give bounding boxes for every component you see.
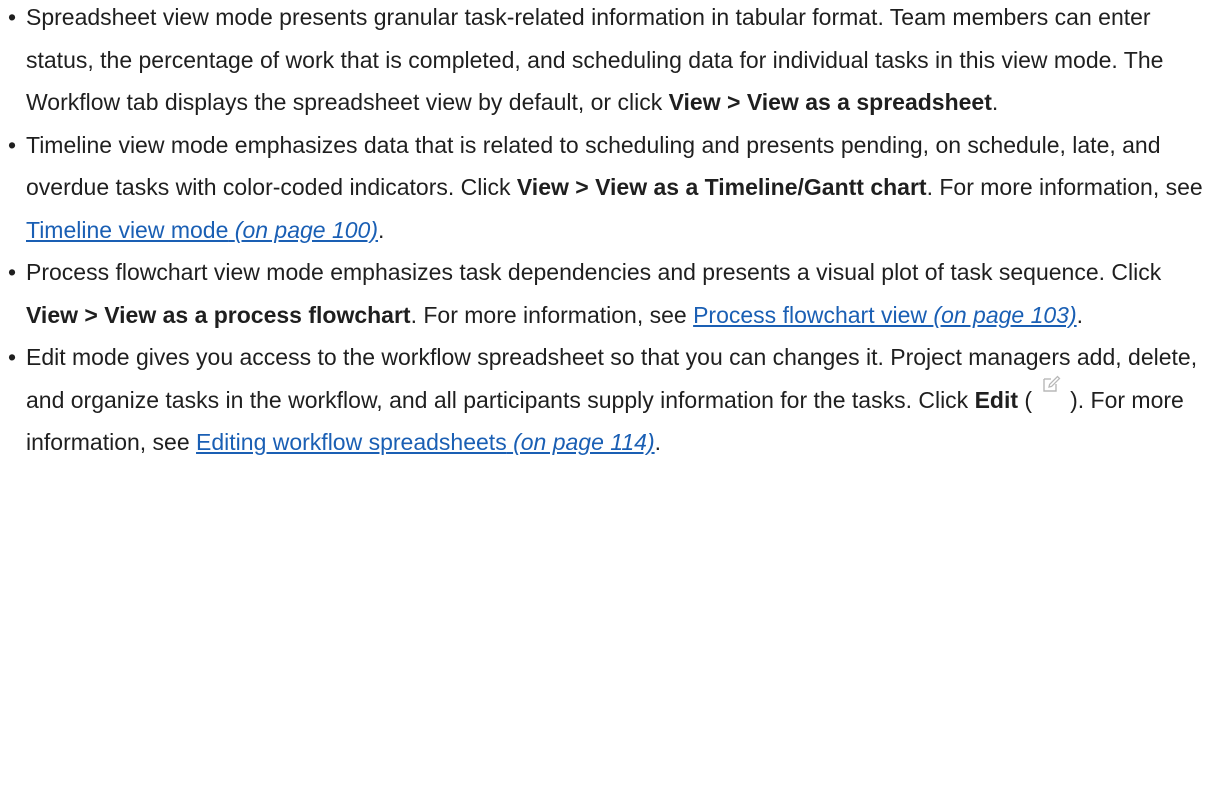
list-item-flowchart: • Process flowchart view mode emphasizes… — [8, 251, 1215, 336]
menu-path: View > View as a Timeline/Gantt chart — [516, 174, 927, 200]
bullet: • — [8, 259, 17, 285]
item-tail: . — [991, 89, 999, 115]
editing-workflow-spreadsheets-link[interactable]: Editing workflow spreadsheets (on page 1… — [196, 429, 655, 455]
link-text: Editing workflow spreadsheets — [196, 429, 507, 455]
edit-icon — [1036, 368, 1066, 398]
bullet: • — [8, 4, 17, 30]
edit-label: Edit — [974, 386, 1019, 413]
list-item-timeline: • Timeline view mode emphasizes data tha… — [8, 124, 1215, 252]
item-text: Process flowchart view mode emphasizes t… — [26, 259, 1162, 285]
link-page: (on page 103) — [933, 301, 1077, 328]
link-page: (on page 100) — [234, 216, 379, 243]
document-body: • Spreadsheet view mode presents granula… — [0, 0, 1215, 464]
item-tail: . — [1076, 301, 1084, 328]
list-item-spreadsheet: • Spreadsheet view mode presents granula… — [8, 0, 1215, 124]
close-paren: ) — [1070, 386, 1078, 413]
link-text: Timeline view mode — [26, 216, 229, 243]
open-paren: ( — [1018, 386, 1033, 413]
link-page: (on page 114) — [513, 429, 655, 455]
menu-path: View > View as a process flowchart — [26, 301, 411, 328]
view-mode-list: • Spreadsheet view mode presents granula… — [8, 0, 1215, 464]
timeline-view-mode-link[interactable]: Timeline view mode (on page 100) — [26, 217, 378, 243]
item-mid: . For more information, see — [410, 301, 694, 328]
item-mid: . For more information, see — [926, 174, 1203, 200]
list-item-edit: • Edit mode gives you access to the work… — [8, 336, 1215, 464]
item-tail: . — [654, 429, 661, 455]
bullet: • — [8, 344, 17, 370]
process-flowchart-view-link[interactable]: Process flowchart view (on page 103) — [693, 302, 1077, 328]
bullet: • — [8, 131, 17, 158]
item-tail: . — [378, 216, 385, 243]
menu-path: View > View as a spreadsheet — [668, 89, 992, 115]
link-text: Process flowchart view — [693, 301, 928, 328]
